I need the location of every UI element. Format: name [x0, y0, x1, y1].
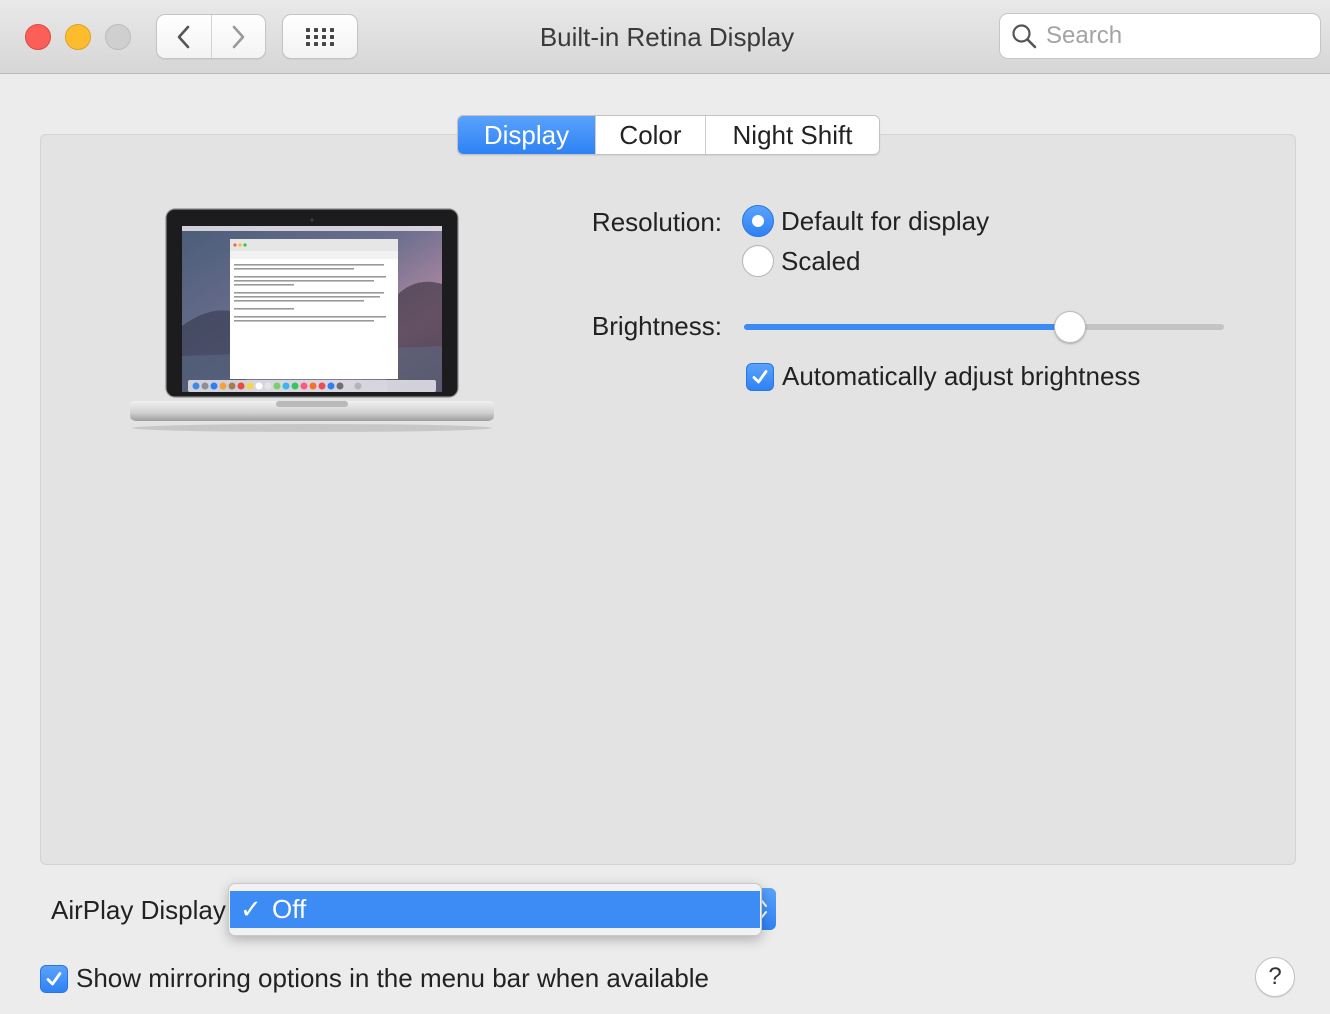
resolution-default-label: Default for display — [781, 205, 990, 236]
tab-night-shift[interactable]: Night Shift — [705, 116, 879, 154]
resolution-label: Resolution: — [591, 207, 722, 237]
resolution-scaled-label: Scaled — [781, 245, 861, 276]
search-icon — [1012, 24, 1037, 49]
airplay-dropdown-menu: ✓ Off — [228, 883, 762, 936]
chevron-left-icon — [177, 25, 190, 48]
checkbox-checked[interactable] — [746, 362, 774, 391]
checkmark-icon: ✓ — [240, 894, 262, 924]
menu-item-label: Off — [272, 894, 307, 924]
menu-item-off[interactable]: ✓ Off — [230, 891, 760, 928]
zoom-button — [105, 24, 131, 50]
tab-bar: Display Color Night Shift — [457, 115, 880, 155]
help-button[interactable]: ? — [1255, 957, 1295, 997]
radio-button[interactable] — [742, 245, 774, 277]
window-title: Built-in Retina Display — [539, 22, 795, 52]
tab-color[interactable]: Color — [595, 116, 705, 154]
chevron-right-icon — [232, 25, 245, 48]
resolution-default-option[interactable]: Default for display — [742, 205, 989, 237]
back-button[interactable] — [157, 15, 211, 58]
resolution-scaled-option[interactable]: Scaled — [742, 245, 861, 277]
brightness-label: Brightness: — [591, 311, 722, 341]
checkmark-icon — [752, 369, 768, 383]
show-mirroring-label: Show mirroring options in the menu bar w… — [76, 963, 710, 993]
search-input[interactable] — [1046, 22, 1306, 50]
title-bar: Built-in Retina Display — [0, 0, 1330, 74]
auto-brightness-label: Automatically adjust brightness — [782, 361, 1141, 391]
airplay-display-label: AirPlay Display — [51, 895, 226, 925]
forward-button[interactable] — [210, 15, 266, 58]
radio-button-selected[interactable] — [742, 205, 774, 237]
slider-knob[interactable] — [1054, 311, 1086, 343]
close-button[interactable] — [25, 24, 51, 50]
show-mirroring-checkbox[interactable]: Show mirroring options in the menu bar w… — [40, 963, 709, 994]
checkbox-checked[interactable] — [40, 964, 68, 993]
auto-brightness-checkbox[interactable]: Automatically adjust brightness — [746, 361, 1140, 392]
tab-display[interactable]: Display — [458, 116, 595, 154]
display-preview-image — [130, 208, 494, 432]
brightness-slider[interactable] — [744, 310, 1224, 344]
show-all-button[interactable] — [282, 14, 358, 59]
slider-fill — [744, 324, 1070, 330]
navigation-buttons — [156, 14, 266, 59]
minimize-button[interactable] — [65, 24, 91, 50]
checkmark-icon — [46, 971, 62, 985]
grid-icon — [306, 27, 334, 46]
search-field[interactable] — [999, 13, 1321, 59]
